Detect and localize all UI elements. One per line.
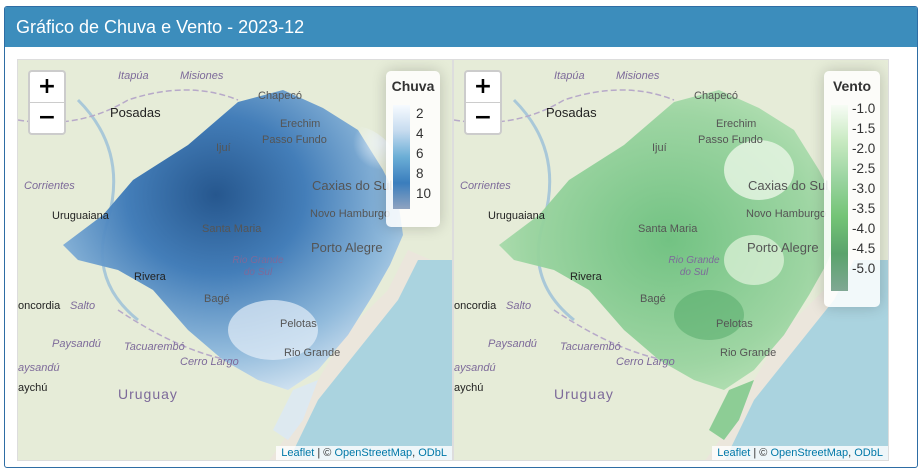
legend-tick: -4.0 [852,221,876,236]
place-label: Misiones [616,70,660,82]
place-label: Uruguaiana [488,210,545,222]
place-label: Posadas [110,105,161,120]
place-label: Chapecó [694,90,739,102]
place-label: Erechim [280,118,321,130]
place-label: Passo Fundo [698,134,763,146]
place-label: aysandú [18,362,60,374]
place-label: Bagé [204,293,230,305]
panel-title: Gráfico de Chuva e Vento - 2023-12 [16,16,305,37]
map-vento[interactable]: + − Itapúa Misiones Posadas Chapecó Erec… [453,59,889,461]
zoom-out-button[interactable]: − [466,103,500,133]
place-label: Santa Maria [638,223,698,235]
place-label: Tacuarembó [124,341,185,353]
zoom-in-button[interactable]: + [30,72,64,103]
place-label: oncordia [454,300,497,312]
legend-tick: 6 [416,146,424,161]
attribution: Leaflet | © OpenStreetMap, ODbL [276,446,452,460]
place-label: Rivera [570,271,602,283]
legend-tick: 2 [416,106,424,121]
legend-tick: -3.0 [852,181,876,196]
place-label: Rivera [134,271,166,283]
place-label: Uruguaiana [52,210,109,222]
country-label: Uruguay [118,386,178,402]
legend-chuva: Chuva 2 4 6 8 10 [386,71,440,227]
place-label: Ijuí [216,142,231,154]
legend-title: Chuva [391,78,435,94]
place-label: Rio Grande [720,347,777,359]
place-label: oncordia [18,300,61,312]
legend-tick: -3.5 [852,201,876,216]
osm-link[interactable]: OpenStreetMap [334,447,412,459]
place-label: Itapúa [554,70,585,82]
zoom-out-button[interactable]: − [30,103,64,133]
legend-tick: -5.0 [852,261,876,276]
place-label: Misiones [180,70,224,82]
leaflet-link[interactable]: Leaflet [281,447,314,459]
place-label: Itapúa [118,70,149,82]
place-label: Cerro Largo [180,356,239,368]
zoom-control[interactable]: + − [28,70,66,135]
place-label: Cerro Largo [616,356,675,368]
legend-vento: Vento -1.0 -1.5 -2.0 -2.5 -3.0 -3.5 -4.0… [824,71,880,307]
attribution-sep: | © [314,447,335,459]
legend-tick: -1.0 [852,101,876,116]
place-label: Posadas [546,105,597,120]
legend-colorbar [831,105,848,291]
odbl-link[interactable]: ODbL [854,447,883,459]
legend-tick: -4.5 [852,241,876,256]
place-label: aysandú [454,362,496,374]
zoom-control[interactable]: + − [464,70,502,135]
legend-title: Vento [832,78,872,94]
place-label: Pelotas [280,318,317,330]
place-label: Paysandú [52,338,101,350]
osm-link[interactable]: OpenStreetMap [770,447,848,459]
legend-colorbar [393,105,410,209]
legend-tick: -2.5 [852,161,876,176]
legend-tick: 4 [416,126,424,141]
place-label: Tacuarembó [560,341,621,353]
place-label: Novo Hamburgo [310,208,391,220]
place-label: Ijuí [652,142,667,154]
place-label: Novo Hamburgo [746,208,827,220]
place-label: Pelotas [716,318,753,330]
attribution-sep: | © [750,447,771,459]
place-label: Caxias do Sul [748,178,829,193]
panel-header: Gráfico de Chuva e Vento - 2023-12 [5,7,917,47]
attribution: Leaflet | © OpenStreetMap, ODbL [712,446,888,460]
place-label: Porto Alegre [311,240,383,255]
place-label: aychú [18,382,48,394]
region-label: Rio Grande do Sul [232,255,284,278]
legend-tick: 8 [416,166,424,181]
legend-tick: -2.0 [852,141,876,156]
place-label: Salto [70,300,96,312]
odbl-link[interactable]: ODbL [418,447,447,459]
place-label: Rio Grande [284,347,341,359]
chart-panel: Gráfico de Chuva e Vento - 2023-12 + − I… [4,6,918,468]
place-label: Erechim [716,118,757,130]
place-label: Passo Fundo [262,134,327,146]
place-label: Bagé [640,293,666,305]
place-label: Corrientes [460,180,511,192]
place-label: Salto [506,300,532,312]
map-chuva[interactable]: + − Itapúa Misiones Posadas Chapecó Erec… [17,59,453,461]
legend-tick: -1.5 [852,121,876,136]
legend-tick: 10 [416,186,432,201]
place-label: Porto Alegre [747,240,819,255]
leaflet-link[interactable]: Leaflet [717,447,750,459]
place-label: Paysandú [488,338,537,350]
place-label: aychú [454,382,484,394]
place-label: Corrientes [24,180,75,192]
place-label: Chapecó [258,90,303,102]
place-label: Santa Maria [202,223,262,235]
place-label: Caxias do Sul [312,178,393,193]
region-label: Rio Grande do Sul [668,255,720,278]
zoom-in-button[interactable]: + [466,72,500,103]
country-label: Uruguay [554,386,614,402]
